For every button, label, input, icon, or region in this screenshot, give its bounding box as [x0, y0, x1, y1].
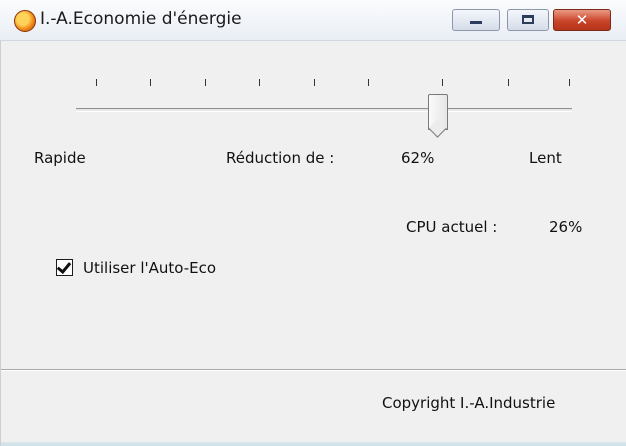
minimize-icon [470, 21, 482, 24]
close-button[interactable]: ✕ [553, 9, 611, 31]
maximize-icon [522, 15, 534, 24]
slider-thumb[interactable] [428, 94, 449, 130]
title-bar[interactable]: I.-A.Economie d'énergie ✕ [0, 0, 626, 41]
slider-tick [442, 79, 443, 86]
window-bottom-edge [1, 442, 626, 446]
client-area: Rapide Réduction de : 62% Lent CPU actue… [0, 41, 626, 446]
autoeco-label[interactable]: Utiliser l'Auto-Eco [83, 259, 216, 277]
maximize-button[interactable] [507, 9, 549, 31]
autoeco-checkbox[interactable] [56, 258, 73, 276]
slider-tick [314, 79, 315, 86]
window-title: I.-A.Economie d'énergie [40, 9, 242, 29]
slider-tick [205, 79, 206, 86]
rapide-label: Rapide [34, 149, 86, 167]
slider-tick [569, 79, 570, 86]
app-window: I.-A.Economie d'énergie ✕ Rapide Réducti… [0, 0, 626, 446]
lent-label: Lent [529, 149, 562, 167]
reduction-value: 62% [401, 149, 435, 167]
slider-track[interactable] [76, 108, 572, 112]
app-icon[interactable] [14, 10, 36, 32]
slider-tick [259, 79, 260, 86]
cpu-label: CPU actuel : [406, 218, 498, 236]
slider-tick [96, 79, 97, 86]
minimize-button[interactable] [452, 9, 500, 31]
separator [1, 369, 626, 371]
copyright-text: Copyright I.-A.Industrie [382, 394, 556, 412]
cpu-value: 26% [549, 218, 583, 236]
slider-tick [368, 79, 369, 86]
reduction-label: Réduction de : [226, 149, 335, 167]
checkmark-icon [56, 258, 72, 275]
slider-tick [508, 79, 509, 86]
close-icon: ✕ [575, 11, 589, 29]
slider-tick [150, 79, 151, 86]
